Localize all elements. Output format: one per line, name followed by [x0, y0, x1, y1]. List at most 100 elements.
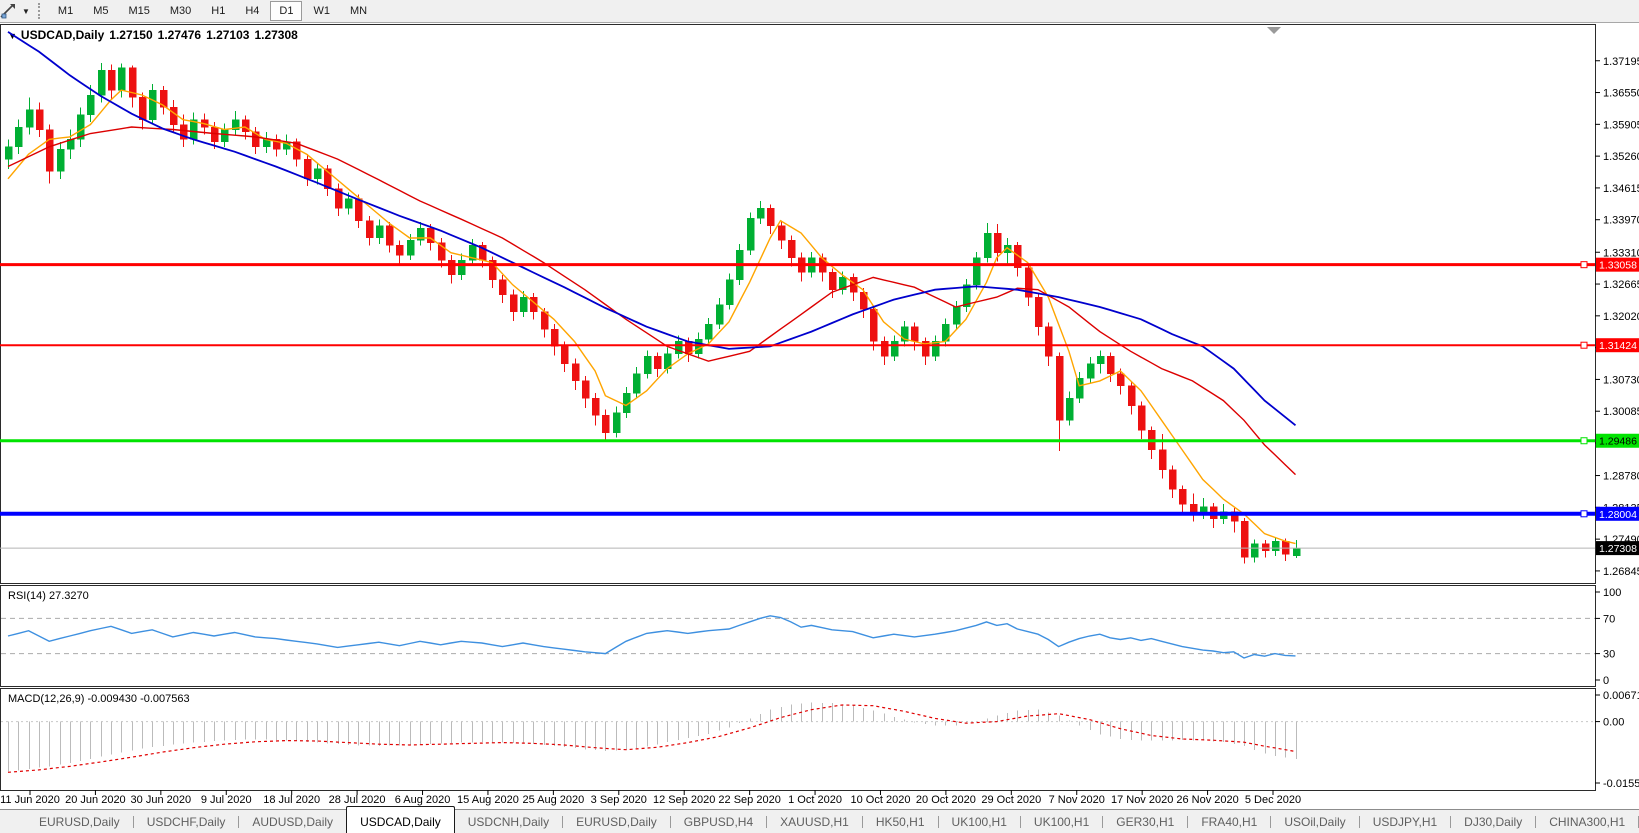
timeframe-button-m5[interactable]: M5 [84, 1, 117, 21]
date-label: 26 Nov 2020 [1176, 794, 1238, 806]
price-tick-label: 1.33970 [1603, 215, 1639, 227]
candle [994, 233, 1001, 253]
candle [1169, 470, 1176, 490]
date-label: 20 Jun 2020 [65, 794, 126, 806]
candle [1107, 356, 1114, 373]
timeframe-button-m1[interactable]: M1 [49, 1, 82, 21]
tab-usdjpy-h1[interactable]: USDJPY,H1 [1360, 810, 1450, 833]
price-tick-label: 1.32665 [1603, 279, 1639, 291]
price-tick-label: 1.37195 [1603, 56, 1639, 68]
timeframe-button-m30[interactable]: M30 [161, 1, 200, 21]
candle [716, 305, 723, 325]
date-label: 20 Oct 2020 [916, 794, 976, 806]
rsi-tick-label: 100 [1603, 587, 1621, 599]
candle [1045, 327, 1052, 357]
candle [98, 70, 105, 95]
top-toolbar: ▼ M1 M5 M15 M30 H1 H4 D1 W1 MN [0, 0, 1639, 23]
candle [788, 240, 795, 257]
tab-dj30-daily[interactable]: DJ30,Daily [1451, 810, 1535, 833]
candle [541, 312, 548, 329]
candle [1097, 356, 1104, 363]
timeframe-button-w1[interactable]: W1 [304, 1, 339, 21]
price-tick-label: 1.30730 [1603, 374, 1639, 386]
candle [911, 327, 918, 342]
candle [633, 374, 640, 394]
price-chart[interactable]: 1.371951.365501.359051.352601.346151.339… [0, 0, 1639, 809]
price-tick-label: 1.26845 [1603, 566, 1639, 578]
candle [211, 127, 218, 142]
rsi-tick-label: 30 [1603, 649, 1615, 661]
timeframe-button-h1[interactable]: H1 [202, 1, 234, 21]
timeframe-button-d1[interactable]: D1 [270, 1, 302, 21]
tab-china300-h1[interactable]: CHINA300,H1 [1536, 810, 1638, 833]
candle [386, 226, 393, 246]
tab-uk100-h1-1[interactable]: UK100,H1 [939, 810, 1020, 833]
candle [757, 208, 764, 218]
tab-xauusd-h1[interactable]: XAUUSD,H1 [767, 810, 862, 833]
candle [355, 199, 362, 221]
candle [705, 324, 712, 339]
tab-eurusd-daily-1[interactable]: EURUSD,Daily [26, 810, 133, 833]
candle [1262, 544, 1269, 551]
chart-cursor-icon[interactable] [0, 3, 20, 19]
tab-eurusd-daily-2[interactable]: EURUSD,Daily [563, 810, 670, 833]
tab-hk50-h1[interactable]: HK50,H1 [863, 810, 938, 833]
date-label: 12 Sep 2020 [653, 794, 715, 806]
date-label: 29 Oct 2020 [981, 794, 1041, 806]
candle [1087, 364, 1094, 379]
tab-usdchf-daily[interactable]: USDCHF,Daily [134, 810, 239, 833]
candle [458, 260, 465, 275]
candle [829, 272, 836, 289]
candle [396, 245, 403, 255]
candle [582, 381, 589, 398]
candle [984, 233, 991, 258]
tab-audusd-daily[interactable]: AUDUSD,Daily [239, 810, 346, 833]
tab-gbpusd-h4[interactable]: GBPUSD,H4 [671, 810, 766, 833]
tab-usoil-daily[interactable]: USOil,Daily [1271, 810, 1358, 833]
candle [499, 280, 506, 295]
tab-usdcnh-daily[interactable]: USDCNH,Daily [455, 810, 562, 833]
rsi-tick-label: 0 [1603, 675, 1609, 687]
chart-tab-bar: EURUSD,Daily USDCHF,Daily AUDUSD,Daily U… [0, 809, 1639, 833]
tab-ger30-h1[interactable]: GER30,H1 [1103, 810, 1187, 833]
date-label: 11 Jun 2020 [0, 794, 60, 806]
candle [778, 226, 785, 241]
candle [870, 309, 877, 341]
date-label: 1 Oct 2020 [788, 794, 842, 806]
candle [1128, 386, 1135, 406]
timeframe-button-m15[interactable]: M15 [119, 1, 158, 21]
candle [1056, 356, 1063, 420]
hline-price-badge-label: 1.28004 [1599, 509, 1637, 521]
ma-fast-line [8, 90, 1296, 543]
rsi-pane: 10070300 [1, 587, 1621, 687]
candle [376, 226, 383, 238]
date-label: 6 Aug 2020 [395, 794, 451, 806]
timeframe-button-mn[interactable]: MN [341, 1, 376, 21]
toolbar-grip[interactable] [38, 3, 40, 19]
timeframe-button-h4[interactable]: H4 [236, 1, 268, 21]
rsi-line [8, 616, 1296, 658]
current-price-badge-label: 1.27308 [1599, 543, 1637, 555]
candle [304, 159, 311, 179]
candle [1159, 450, 1166, 470]
candle [510, 295, 517, 312]
pane-frames [1, 25, 1596, 791]
candle [891, 341, 898, 356]
candle [551, 329, 558, 346]
tab-fra40-h1[interactable]: FRA40,H1 [1188, 810, 1270, 833]
price-tick-label: 1.32020 [1603, 311, 1639, 323]
hline-handle [1581, 438, 1587, 444]
macd-tick-label: 0.006712 [1603, 690, 1639, 702]
tab-uk100-h1-2[interactable]: UK100,H1 [1021, 810, 1102, 833]
candle [36, 110, 43, 130]
chart-shift-marker-icon [1267, 27, 1281, 34]
price-axis: 1.371951.365501.359051.352601.346151.339… [1595, 56, 1639, 578]
macd-pane: 0.0067120.00-0.015502 [1, 690, 1639, 790]
date-label: 22 Sep 2020 [718, 794, 780, 806]
hline-handle [1581, 342, 1587, 348]
date-label: 17 Nov 2020 [1111, 794, 1173, 806]
tab-usdcad-daily[interactable]: USDCAD,Daily [346, 806, 455, 833]
candle [242, 120, 249, 132]
chevron-down-icon[interactable]: ▼ [22, 7, 30, 16]
ma-medium-line [8, 127, 1296, 475]
